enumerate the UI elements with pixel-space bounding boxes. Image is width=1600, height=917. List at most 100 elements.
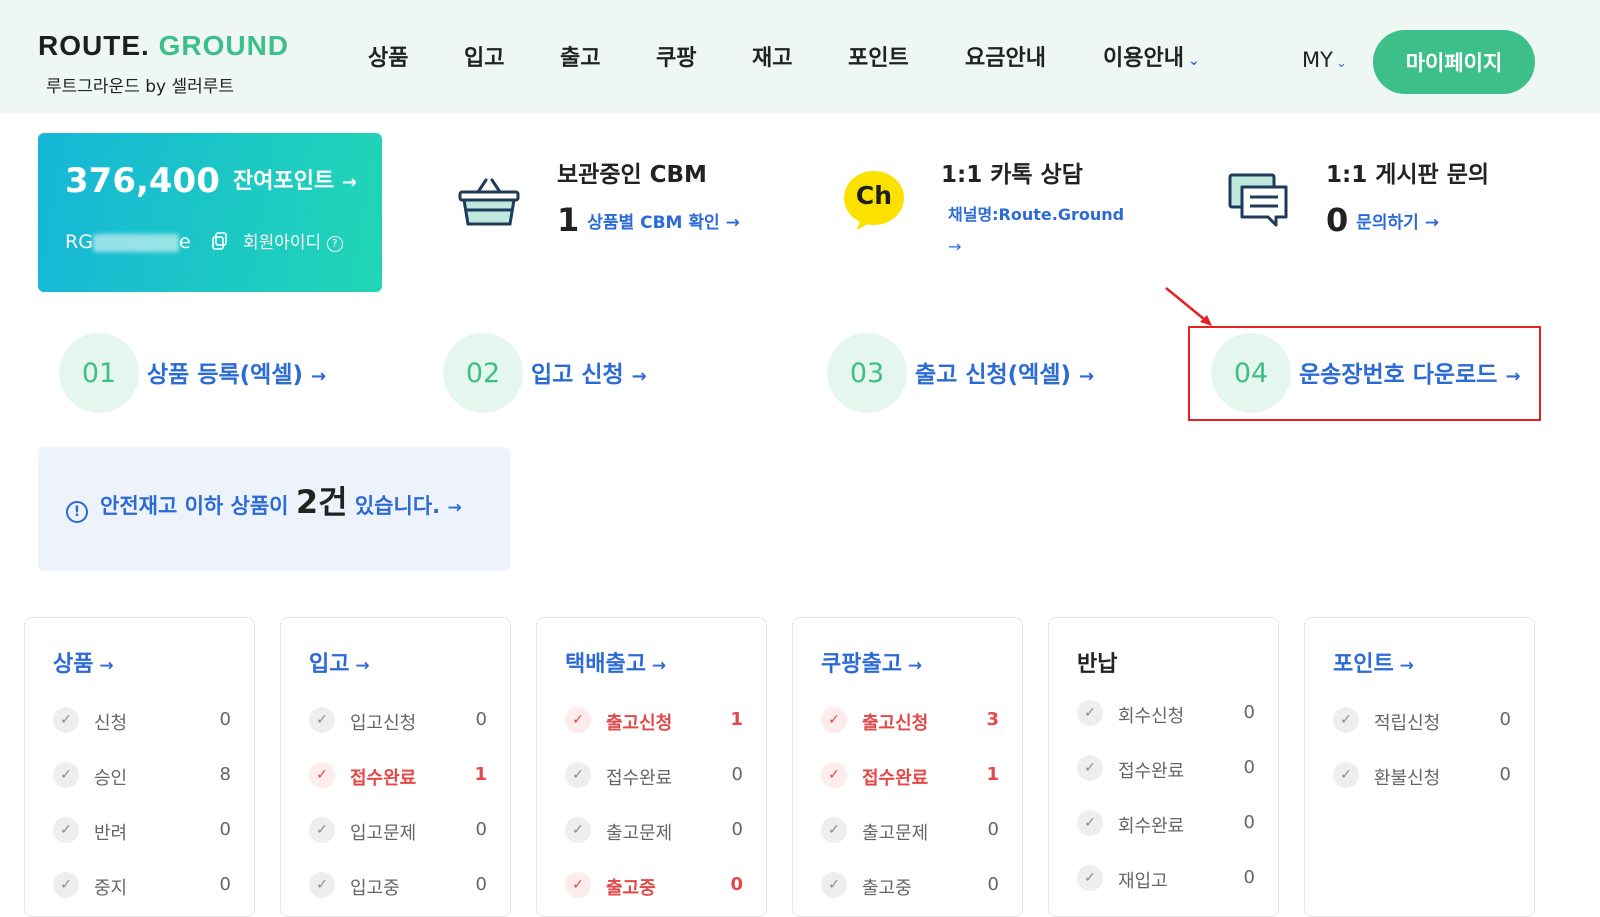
status-count: 0 <box>1499 764 1511 785</box>
status-row[interactable]: ✓ 승인 8 <box>53 761 231 791</box>
mypage-button[interactable]: 마이페이지 <box>1373 30 1535 94</box>
arrow-right-icon: → <box>349 656 370 676</box>
check-icon: ✓ <box>1077 810 1103 836</box>
status-row[interactable]: ✓ 출고중 0 <box>821 871 999 901</box>
alert-text: ! 안전재고 이하 상품이 2건 있습니다. → <box>66 477 462 523</box>
status-label: 회수신청 <box>1118 706 1185 727</box>
help-circle-icon[interactable]: ? <box>326 236 343 252</box>
panel-title: 반납 <box>1077 652 1118 677</box>
status-row[interactable]: ✓ 회수완료 0 <box>1077 809 1255 839</box>
status-row[interactable]: ✓ 환불신청 0 <box>1333 761 1511 791</box>
points-value: 376,400 <box>65 161 220 201</box>
nav-products[interactable]: 상품 <box>368 40 408 72</box>
status-label: 신청 <box>94 713 128 734</box>
status-row[interactable]: ✓ 입고신청 0 <box>309 706 487 736</box>
status-row[interactable]: ✓ 입고중 0 <box>309 871 487 901</box>
points-link[interactable]: 잔여포인트 → <box>233 163 357 195</box>
nav-coupang[interactable]: 쿠팡 <box>656 40 696 72</box>
status-label: 재입고 <box>1118 871 1168 892</box>
status-panel: 입고 → ✓ 입고신청 0 ✓ 접수완료 1 ✓ 입고문제 0 ✓ 입고중 0 <box>280 617 511 917</box>
chat-bubbles-icon <box>1228 173 1288 227</box>
panel-title[interactable]: 포인트 → <box>1333 646 1414 678</box>
status-row[interactable]: ✓ 신청 0 <box>53 706 231 736</box>
my-menu[interactable]: MY ⌄ <box>1302 48 1347 72</box>
status-count: 0 <box>219 709 231 730</box>
nav-guide[interactable]: 이용안내 ⌄ <box>1103 40 1200 72</box>
status-row[interactable]: ✓ 접수완료 0 <box>565 761 743 791</box>
step-number: 02 <box>443 333 523 413</box>
status-label: 승인 <box>94 768 128 789</box>
status-panel: 상품 → ✓ 신청 0 ✓ 승인 8 ✓ 반려 0 ✓ 중지 0 <box>24 617 255 917</box>
status-row[interactable]: ✓ 재입고 0 <box>1077 864 1255 894</box>
panel-title[interactable]: 택배출고 → <box>565 646 666 678</box>
panel-title[interactable]: 입고 → <box>309 646 370 678</box>
status-row[interactable]: ✓ 반려 0 <box>53 816 231 846</box>
status-row[interactable]: ✓ 출고신청 1 <box>565 706 743 736</box>
status-count: 0 <box>731 819 743 840</box>
check-icon: ✓ <box>309 817 335 843</box>
status-row[interactable]: ✓ 회수신청 0 <box>1077 699 1255 729</box>
status-row[interactable]: ✓ 출고신청 3 <box>821 706 999 736</box>
status-panel: 택배출고 → ✓ 출고신청 1 ✓ 접수완료 0 ✓ 출고문제 0 ✓ 출고중 0 <box>536 617 767 917</box>
arrow-right-icon: → <box>725 213 740 233</box>
nav-pricing[interactable]: 요금안내 <box>965 40 1046 72</box>
status-count: 0 <box>475 709 487 730</box>
status-row[interactable]: ✓ 출고중 0 <box>565 871 743 901</box>
status-label: 출고중 <box>606 878 656 899</box>
check-icon: ✓ <box>821 707 847 733</box>
cbm-count: 1 <box>557 201 580 239</box>
check-icon: ✓ <box>821 817 847 843</box>
status-label: 입고신청 <box>350 713 417 734</box>
status-count: 0 <box>1243 702 1255 723</box>
status-row[interactable]: ✓ 입고문제 0 <box>309 816 487 846</box>
panel-title[interactable]: 쿠팡출고 → <box>821 646 922 678</box>
status-label: 출고중 <box>862 878 912 899</box>
copy-icon[interactable] <box>210 231 230 251</box>
status-row[interactable]: ✓ 출고문제 0 <box>565 816 743 846</box>
arrow-right-icon: → <box>1393 656 1414 676</box>
status-label: 환불신청 <box>1374 768 1441 789</box>
check-icon: ✓ <box>53 872 79 898</box>
status-panel: 포인트 → ✓ 적립신청 0 ✓ 환불신청 0 <box>1304 617 1535 917</box>
cbm-link[interactable]: 1 상품별 CBM 확인 → <box>557 201 740 239</box>
basket-icon <box>458 178 520 226</box>
status-label: 접수완료 <box>862 768 929 789</box>
status-label: 회수완료 <box>1118 816 1185 837</box>
kakao-channel-link[interactable]: 채널명:Route.Ground <box>948 201 1124 225</box>
step-number: 01 <box>59 333 139 413</box>
arrow-right-icon: → <box>93 656 114 676</box>
step-label: 출고 신청(엑셀) → <box>915 362 1095 388</box>
check-icon: ✓ <box>53 707 79 733</box>
board-block: 1:1 게시판 문의 0 문의하기 → <box>1326 155 1489 239</box>
nav-points[interactable]: 포인트 <box>848 40 909 72</box>
chevron-down-icon: ⌄ <box>1187 53 1200 69</box>
arrow-right-icon: → <box>341 172 357 193</box>
status-row[interactable]: ✓ 출고문제 0 <box>821 816 999 846</box>
safety-stock-alert[interactable]: ! 안전재고 이하 상품이 2건 있습니다. → <box>38 447 510 571</box>
kakao-badge-text: Ch <box>855 181 893 210</box>
arrow-right-icon: → <box>447 498 462 518</box>
check-icon: ✓ <box>53 762 79 788</box>
check-icon: ✓ <box>53 817 79 843</box>
nav-inbound[interactable]: 입고 <box>464 40 504 72</box>
check-icon: ✓ <box>821 762 847 788</box>
status-row[interactable]: ✓ 접수완료 1 <box>309 761 487 791</box>
cbm-title: 보관중인 CBM <box>557 162 707 188</box>
status-row[interactable]: ✓ 접수완료 1 <box>821 761 999 791</box>
nav-inventory[interactable]: 재고 <box>752 40 792 72</box>
check-icon: ✓ <box>1333 762 1359 788</box>
arrow-right-icon[interactable]: → <box>948 237 1124 256</box>
logo-subtitle: 루트그라운드 by 셀러루트 <box>46 77 235 97</box>
arrow-right-icon: → <box>631 366 647 387</box>
logo[interactable]: ROUTE. GROUND 루트그라운드 by 셀러루트 <box>38 30 289 97</box>
status-panel: 쿠팡출고 → ✓ 출고신청 3 ✓ 접수완료 1 ✓ 출고문제 0 ✓ 출고중 0 <box>792 617 1023 917</box>
arrow-right-icon: → <box>1079 366 1095 387</box>
board-link[interactable]: 0 문의하기 → <box>1326 201 1489 239</box>
status-row[interactable]: ✓ 접수완료 0 <box>1077 754 1255 784</box>
status-row[interactable]: ✓ 적립신청 0 <box>1333 706 1511 736</box>
nav-outbound[interactable]: 출고 <box>560 40 600 72</box>
status-count: 0 <box>731 764 743 785</box>
panel-title[interactable]: 상품 → <box>53 646 114 678</box>
status-count: 0 <box>1243 867 1255 888</box>
status-row[interactable]: ✓ 중지 0 <box>53 871 231 901</box>
